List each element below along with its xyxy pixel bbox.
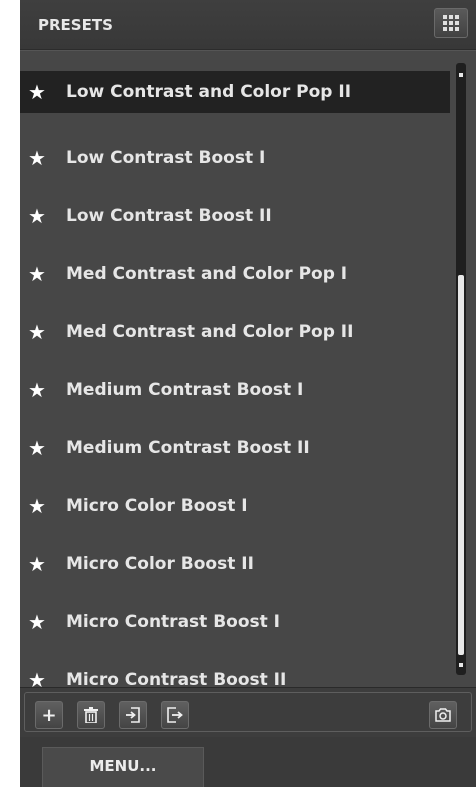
list-scrollbar[interactable]: [456, 63, 466, 675]
presets-header: PRESETS: [20, 0, 476, 50]
star-icon[interactable]: ★: [28, 206, 50, 226]
preset-toolbar: +: [20, 687, 476, 737]
menu-button[interactable]: MENU...: [42, 747, 204, 787]
preset-label: Medium Contrast Boost II: [66, 438, 310, 458]
preset-item[interactable]: ★ Medium Contrast Boost II: [20, 419, 450, 477]
grid-icon: [443, 15, 459, 31]
import-icon: [126, 707, 140, 723]
delete-preset-button[interactable]: [77, 701, 105, 729]
preset-item[interactable]: ★ Med Contrast and Color Pop I: [20, 245, 450, 303]
preset-item[interactable]: ★ Micro Color Boost II: [20, 535, 450, 593]
toolbar-frame: +: [24, 692, 472, 732]
camera-icon: [435, 708, 451, 722]
star-icon[interactable]: ★: [28, 612, 50, 632]
preset-label: Micro Color Boost I: [66, 496, 248, 516]
scrollbar-thumb[interactable]: [458, 275, 464, 655]
export-icon: [167, 707, 183, 723]
star-icon[interactable]: ★: [28, 554, 50, 574]
preset-item[interactable]: ★ Med Contrast and Color Pop II: [20, 303, 450, 361]
star-icon[interactable]: ★: [28, 148, 50, 168]
snapshot-button[interactable]: [429, 701, 457, 729]
preset-item[interactable]: ★ Micro Color Boost I: [20, 477, 450, 535]
star-icon[interactable]: ★: [28, 264, 50, 284]
scroll-down-indicator[interactable]: [459, 663, 463, 667]
preset-item[interactable]: ★ Low Contrast Boost I: [20, 129, 450, 187]
preset-label: Micro Contrast Boost I: [66, 612, 281, 632]
star-icon[interactable]: ★: [28, 496, 50, 516]
add-icon: +: [41, 704, 57, 726]
panel-title: PRESETS: [38, 16, 113, 34]
preset-label: Low Contrast and Color Pop II: [66, 82, 352, 102]
star-icon[interactable]: ★: [28, 438, 50, 458]
preset-label: Low Contrast Boost II: [66, 206, 272, 226]
preset-label: Micro Color Boost II: [66, 554, 254, 574]
preset-label: Med Contrast and Color Pop II: [66, 322, 354, 342]
preset-item[interactable]: ★ Micro Contrast Boost I: [20, 593, 450, 651]
star-icon[interactable]: ★: [28, 322, 50, 342]
import-preset-button[interactable]: [119, 701, 147, 729]
menu-bar: MENU...: [20, 737, 476, 787]
star-icon[interactable]: ★: [28, 380, 50, 400]
preset-item[interactable]: ★ Medium Contrast Boost I: [20, 361, 450, 419]
preset-label: Medium Contrast Boost I: [66, 380, 304, 400]
preset-list: ★ Low Contrast and Color Pop II ★ Low Co…: [20, 71, 450, 709]
star-icon[interactable]: ★: [28, 82, 50, 102]
preset-label: Low Contrast Boost I: [66, 148, 266, 168]
scroll-up-indicator[interactable]: [459, 73, 463, 77]
add-preset-button[interactable]: +: [35, 701, 63, 729]
preset-item[interactable]: ★ Low Contrast and Color Pop II: [20, 71, 450, 113]
grid-view-button[interactable]: [434, 8, 468, 38]
preset-item[interactable]: ★ Low Contrast Boost II: [20, 187, 450, 245]
export-preset-button[interactable]: [161, 701, 189, 729]
preset-list-area: ★ Low Contrast and Color Pop II ★ Low Co…: [20, 50, 476, 690]
presets-panel: PRESETS ★ Low Contrast and Color Pop II: [20, 0, 476, 787]
trash-icon: [84, 707, 98, 723]
preset-label: Med Contrast and Color Pop I: [66, 264, 348, 284]
